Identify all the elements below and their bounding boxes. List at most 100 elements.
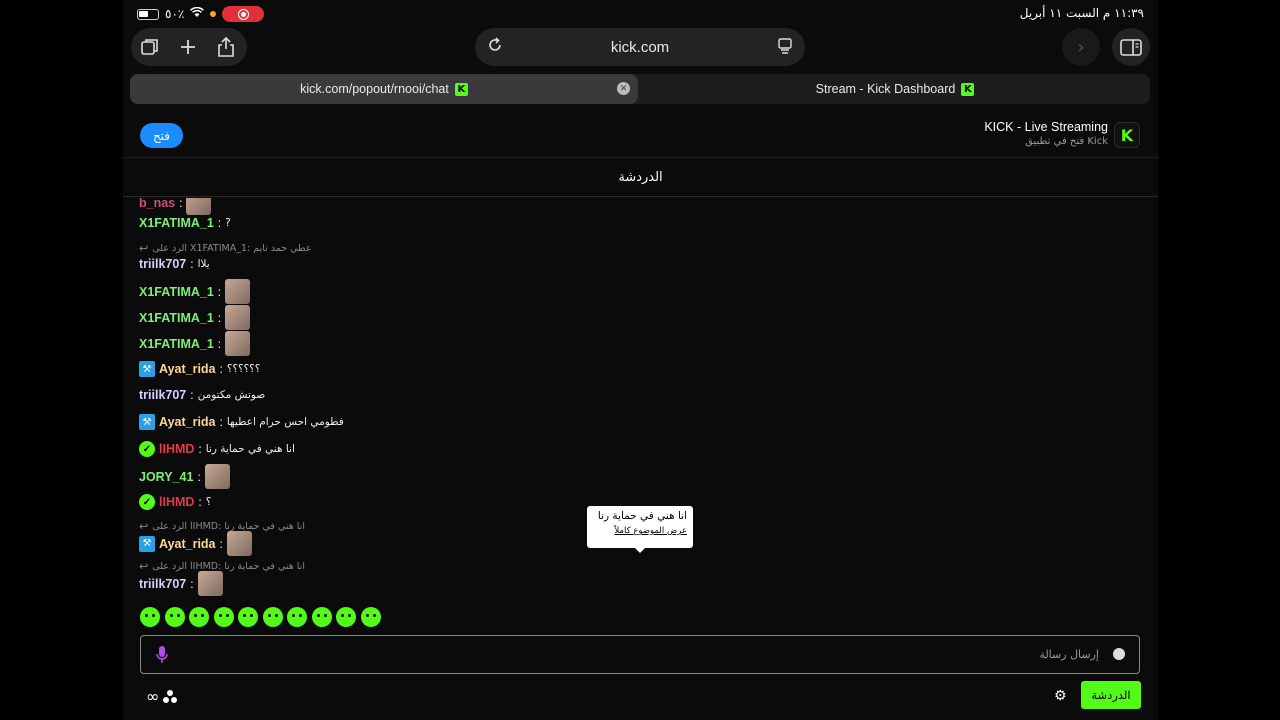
emote-button[interactable] [164, 607, 185, 627]
settings-gear-icon[interactable]: ⚙ [1054, 688, 1067, 704]
chat-text: ؟؟؟؟؟؟ [226, 363, 261, 375]
infinity-icon[interactable]: ∞ [146, 687, 159, 706]
tab-label: kick.com/popout/rnooi/chat [300, 82, 449, 96]
chat-username[interactable]: X1FATIMA_1 [139, 216, 214, 230]
chat-message: ✓ lIHMD: ؟ [139, 494, 211, 510]
chat-text: فطومي احس حرام اعطيها [226, 416, 344, 428]
microphone-icon[interactable] [156, 645, 168, 669]
view-thread-link[interactable]: عرض الموضوع كاملاً [593, 526, 687, 536]
battery-percent: ٥٠٪ [165, 7, 185, 21]
app-banner: فتح KICK - Live Streaming فتح في تطبيق K… [123, 112, 1158, 158]
reload-icon[interactable] [487, 37, 503, 58]
chat-text: صوتش مكتومن [197, 389, 266, 401]
emote-button[interactable] [336, 607, 356, 627]
kick-app-icon: K [1114, 122, 1140, 148]
left-letterbox [0, 0, 123, 720]
dots-menu-icon[interactable] [163, 689, 178, 704]
chat-message: triilk707: صوتش مكتومن [139, 388, 266, 402]
banner-title: KICK - Live Streaming [984, 120, 1108, 134]
chat-username[interactable]: X1FATIMA_1 [139, 337, 214, 351]
new-tab-button[interactable] [169, 28, 207, 66]
tab-label: Stream - Kick Dashboard [815, 82, 956, 96]
orange-dot-indicator [210, 11, 217, 17]
chat-message: ⚒ Ayat_rida: [139, 531, 252, 556]
screen-record-indicator[interactable] [222, 6, 265, 22]
emote [225, 279, 251, 304]
address-url: kick.com [610, 38, 670, 56]
tooltip-text: انا هني في حماية رنا [597, 510, 687, 522]
chat-message: b_nas: [139, 198, 212, 215]
tabs-overview-button[interactable] [131, 28, 169, 66]
tab-kick-dashboard[interactable]: Stream - Kick Dashboard K [640, 74, 1150, 104]
emote-button[interactable] [262, 607, 283, 627]
chat-message: ✓ lIHMD: انا هني في حماية رنا [139, 441, 295, 457]
address-bar[interactable]: kick.com [475, 28, 805, 66]
reply-tooltip: انا هني في حماية رنا عرض الموضوع كاملاً [587, 506, 693, 553]
verified-badge-icon: ✓ [139, 494, 155, 510]
chat-username[interactable]: triilk707 [139, 577, 186, 591]
reply-reference[interactable]: ↩ الرد على X1FATIMA_1: عطي حمد تايم [139, 242, 312, 255]
banner-text: KICK - Live Streaming فتح في تطبيق Kick [984, 120, 1108, 147]
emote-button[interactable] [287, 607, 307, 627]
send-chat-button[interactable]: الدردشة [1081, 681, 1141, 709]
left-toolbar [131, 28, 247, 66]
share-button[interactable] [207, 28, 245, 66]
verified-badge-icon: ✓ [139, 441, 155, 457]
chat-username[interactable]: JORY_41 [139, 470, 193, 484]
emote-button[interactable] [213, 607, 234, 627]
reader-icon[interactable] [777, 38, 793, 58]
close-tab-icon[interactable]: ✕ [617, 82, 630, 95]
emote-button[interactable] [238, 607, 258, 627]
chat-username[interactable]: X1FATIMA_1 [139, 311, 214, 325]
chat-text: انا هني في حماية رنا [205, 443, 295, 455]
chat-username[interactable]: X1FATIMA_1 [139, 285, 214, 299]
emote-button[interactable] [360, 607, 381, 627]
chevron-right-icon: › [1077, 36, 1085, 58]
chat-username[interactable]: b_nas [139, 198, 175, 210]
bottom-left-controls: ∞ [146, 687, 178, 706]
chat-username[interactable]: lIHMD [159, 495, 194, 509]
sidebar-icon [1120, 38, 1142, 56]
emote [186, 198, 212, 215]
chat-message: triilk707: [139, 571, 223, 596]
plus-icon [181, 40, 195, 54]
chat-message: X1FATIMA_1: ? [139, 216, 231, 230]
reply-arrow-icon: ↩ [139, 242, 149, 255]
chat-message: triilk707: يلاا [139, 257, 210, 271]
sidebar-toggle-button[interactable] [1112, 28, 1150, 66]
chat-message: ⚒ Ayat_rida: فطومي احس حرام اعطيها [139, 414, 344, 430]
status-left: ٥٠٪ [137, 6, 265, 22]
emote-button[interactable] [311, 607, 332, 627]
chat-input-box [140, 635, 1140, 674]
time-date: ١١:٣٩ م السبت ١١ أبريل [1019, 6, 1144, 20]
reply-text: الرد على X1FATIMA_1: عطي حمد تايم [152, 243, 312, 254]
emote [226, 531, 252, 556]
emote [204, 464, 230, 489]
chat-username[interactable]: lIHMD [159, 442, 194, 456]
record-icon [237, 8, 249, 20]
chat-username[interactable]: triilk707 [139, 388, 186, 402]
emoji-picker-icon[interactable] [1113, 648, 1125, 660]
moderator-badge-icon: ⚒ [139, 361, 155, 377]
emote [197, 571, 223, 596]
chat-username[interactable]: triilk707 [139, 257, 186, 271]
open-in-app-button[interactable]: فتح [140, 123, 183, 148]
chat-username[interactable]: Ayat_rida [159, 362, 216, 376]
chat-header: الدردشة [123, 159, 1158, 197]
message-input[interactable] [181, 636, 1099, 673]
chat-message: X1FATIMA_1: [139, 279, 251, 304]
share-icon [218, 37, 234, 57]
right-letterbox [1158, 0, 1280, 720]
chat-text: يلاا [197, 258, 210, 270]
emote-button[interactable] [189, 607, 209, 627]
chat-message: X1FATIMA_1: [139, 331, 251, 356]
status-bar: ٥٠٪ ١١:٣٩ م السبت ١١ أبريل [123, 4, 1158, 26]
tab-kick-chat[interactable]: kick.com/popout/rnooi/chat K ✕ [130, 74, 638, 104]
forward-button[interactable]: › [1062, 28, 1100, 66]
emote [225, 331, 251, 356]
moderator-badge-icon: ⚒ [139, 535, 155, 552]
banner-subtitle: فتح في تطبيق Kick [1025, 136, 1108, 147]
emote-button[interactable] [140, 607, 160, 627]
chat-username[interactable]: Ayat_rida [159, 415, 216, 429]
chat-username[interactable]: Ayat_rida [159, 537, 216, 551]
